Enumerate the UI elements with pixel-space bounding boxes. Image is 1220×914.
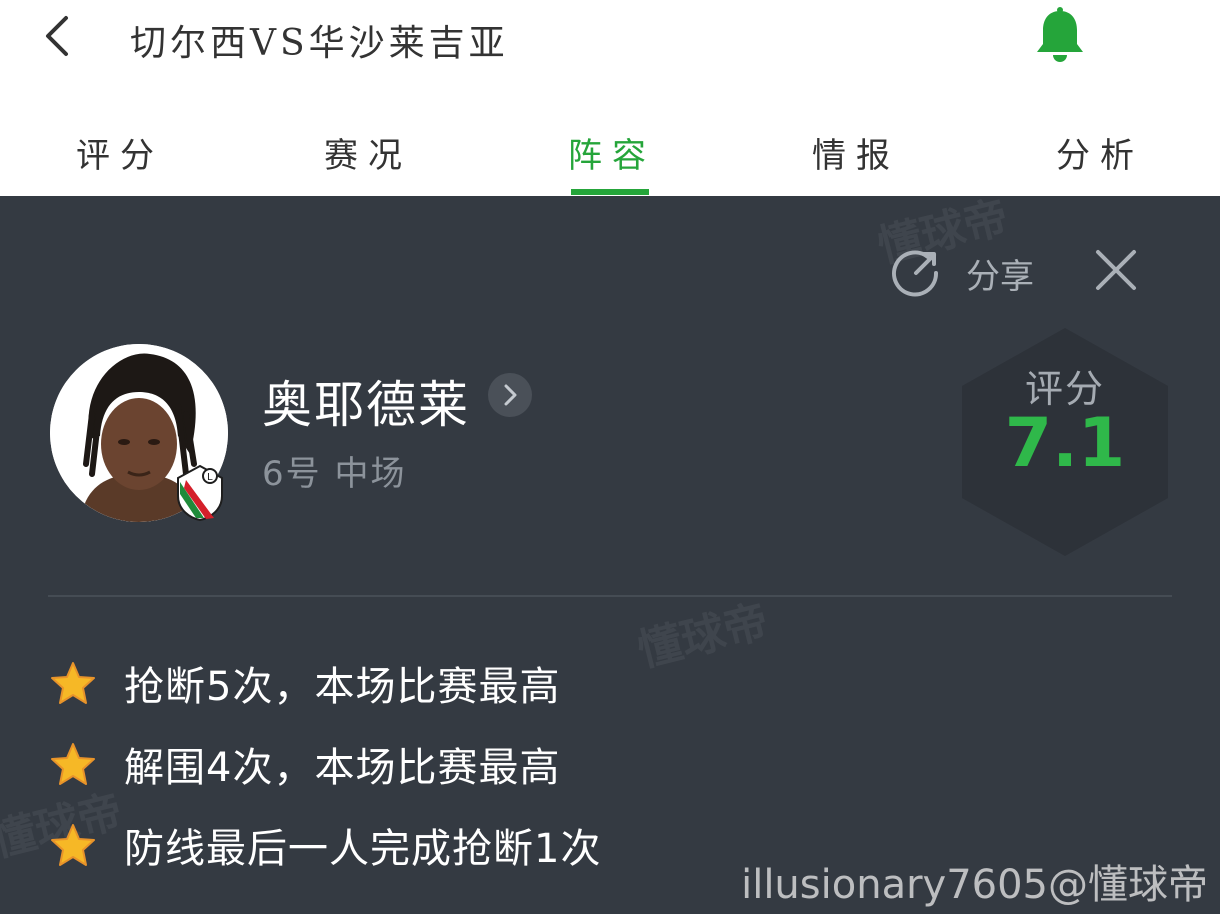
tab-bar: 评分 赛况 阵容 情报 分析 <box>0 120 1220 196</box>
match-title: 切尔西VS华沙莱吉亚 <box>130 23 509 64</box>
active-tab-indicator <box>571 189 649 195</box>
watermark: 懂球帝 <box>632 595 774 678</box>
star-icon <box>51 824 95 866</box>
bell-icon <box>1037 7 1083 62</box>
highlight-text: 解围4次，本场比赛最高 <box>124 745 561 791</box>
player-name[interactable]: 奥耶德莱 <box>262 365 470 437</box>
rating-value: 7.1 <box>1004 404 1126 483</box>
share-button[interactable]: 分享 <box>890 246 1034 300</box>
notification-button[interactable] <box>1032 6 1088 64</box>
highlight-text: 抢断5次，本场比赛最高 <box>124 664 561 710</box>
divider <box>48 595 1172 597</box>
svg-text:L: L <box>207 472 213 483</box>
player-number-position: 6号 中场 <box>262 454 407 494</box>
star-icon <box>51 743 95 785</box>
player-detail-button[interactable] <box>488 373 532 417</box>
highlight-text: 防线最后一人完成抢断1次 <box>124 826 602 872</box>
share-label: 分享 <box>966 256 1034 297</box>
close-icon <box>1096 250 1136 290</box>
star-icon <box>51 662 95 704</box>
close-button[interactable] <box>1094 248 1138 292</box>
tab-analysis[interactable]: 分析 <box>1020 128 1180 177</box>
club-badge: L <box>174 462 226 522</box>
author-signature: illusionary7605@懂球帝 <box>741 862 1208 908</box>
tab-intel[interactable]: 情报 <box>776 128 936 177</box>
back-button[interactable] <box>40 12 80 60</box>
highlight-item: 解围4次，本场比赛最高 <box>50 735 560 793</box>
highlight-item: 防线最后一人完成抢断1次 <box>50 816 601 874</box>
chevron-right-icon <box>504 384 517 406</box>
highlight-item: 抢断5次，本场比赛最高 <box>50 654 560 712</box>
tab-lineup[interactable]: 阵容 <box>532 128 692 177</box>
top-bar: 切尔西VS华沙莱吉亚 评分 赛况 阵容 情报 分析 <box>0 0 1220 196</box>
share-icon <box>892 250 939 297</box>
tab-match-events[interactable]: 赛况 <box>288 128 448 177</box>
chevron-left-icon <box>46 16 68 56</box>
tab-rating[interactable]: 评分 <box>40 128 200 177</box>
